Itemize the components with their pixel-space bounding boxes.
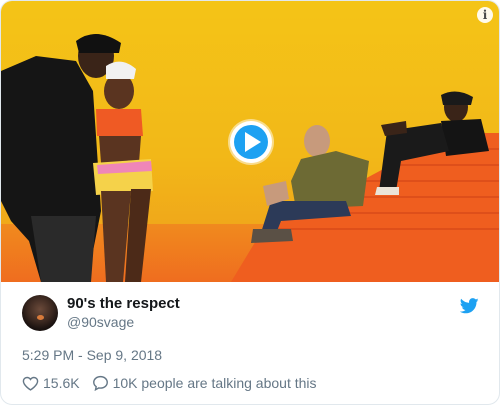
tweet-author[interactable]: 90's the respect @90svage bbox=[22, 295, 180, 332]
tweet-actions: 15.6K 10K people are talking about this bbox=[22, 375, 317, 391]
tweet-card: i 90's the respect @90svage 5:29 PM - Se… bbox=[0, 0, 500, 405]
talking-count: 10K people are talking about this bbox=[112, 375, 317, 391]
speech-bubble-icon bbox=[92, 375, 108, 391]
author-names: 90's the respect @90svage bbox=[67, 295, 180, 331]
figure-woman-orange bbox=[93, 61, 153, 282]
handle[interactable]: @90svage bbox=[67, 314, 180, 332]
play-button[interactable] bbox=[230, 121, 272, 163]
reply-button[interactable]: 10K people are talking about this bbox=[92, 375, 317, 391]
like-button[interactable]: 15.6K bbox=[22, 375, 80, 391]
tweet-timestamp[interactable]: 5:29 PM - Sep 9, 2018 bbox=[22, 347, 162, 363]
like-count: 15.6K bbox=[43, 375, 80, 391]
avatar[interactable] bbox=[22, 295, 58, 332]
video-thumbnail[interactable]: i bbox=[1, 1, 499, 282]
display-name[interactable]: 90's the respect bbox=[67, 295, 180, 314]
info-icon[interactable]: i bbox=[477, 7, 493, 23]
play-icon bbox=[245, 132, 261, 152]
twitter-bird-icon[interactable] bbox=[460, 298, 479, 314]
heart-icon bbox=[22, 376, 39, 391]
